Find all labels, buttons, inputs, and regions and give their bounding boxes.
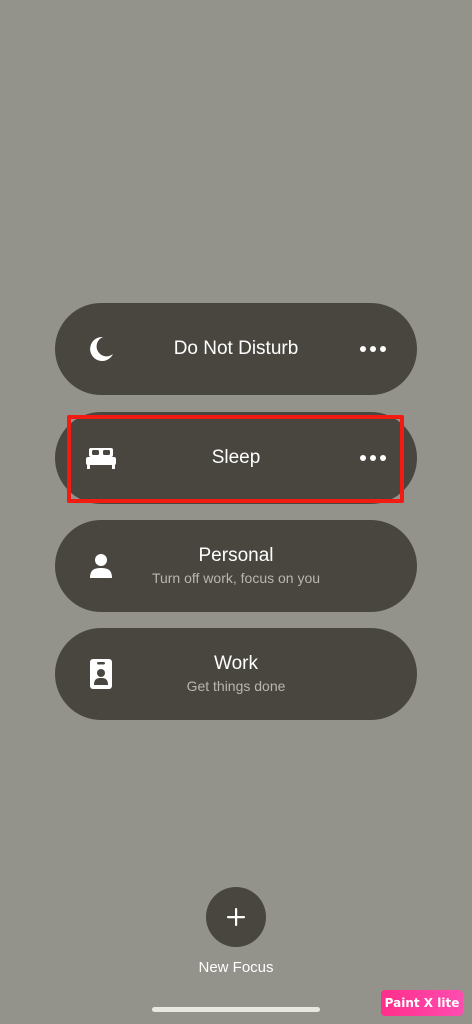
plus-icon [227,908,245,926]
focus-subtitle: Turn off work, focus on you [151,570,321,586]
ellipsis-icon [360,346,386,352]
moon-icon [83,331,119,367]
focus-personal[interactable]: Personal Turn off work, focus on you [55,520,417,612]
home-indicator[interactable] [152,1007,320,1012]
new-focus-button[interactable] [206,887,266,947]
more-options-button[interactable] [357,337,389,361]
new-focus-label: New Focus [198,959,274,976]
focus-title: Work [214,653,258,674]
focus-do-not-disturb[interactable]: Do Not Disturb [55,303,417,395]
focus-work[interactable]: Work Get things done [55,628,417,720]
focus-subtitle: Get things done [186,678,286,694]
focus-title: Personal [198,545,274,566]
highlight-annotation [67,415,404,503]
focus-title: Do Not Disturb [173,338,299,359]
id-badge-icon [83,656,119,692]
person-icon [83,548,119,584]
watermark-badge: Paint X lite [381,990,463,1016]
